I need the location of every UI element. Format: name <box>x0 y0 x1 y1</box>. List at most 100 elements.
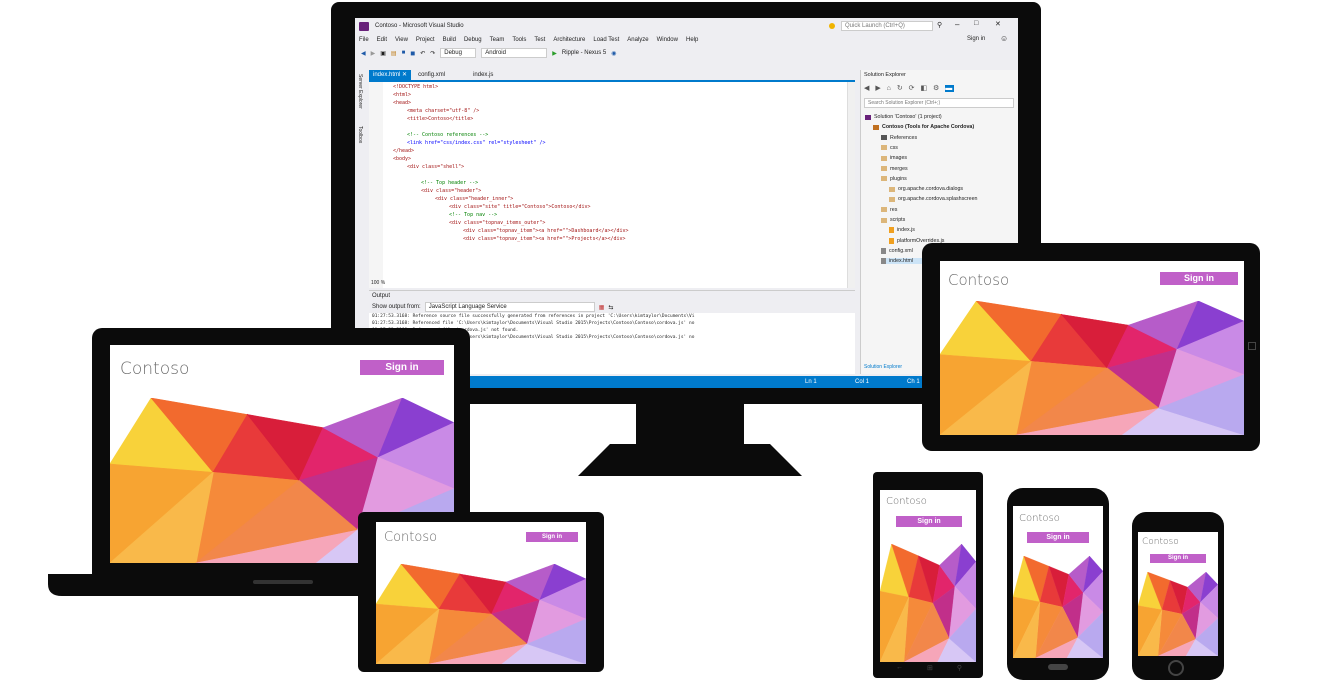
sign-in-button[interactable]: Sign in <box>1160 272 1238 285</box>
editor-scrollbar[interactable] <box>847 82 855 288</box>
editor-tabs: index.html ✕ config.xml index.js <box>369 70 497 80</box>
folder-icon <box>889 186 895 192</box>
solution-icon <box>865 114 871 120</box>
word-wrap-icon[interactable]: ⇆ <box>608 304 613 311</box>
phone-2-home-bar[interactable] <box>1048 664 1068 670</box>
output-toolbar: Show output from: JavaScript Language Se… <box>369 301 855 313</box>
se-tree-item-label: scripts <box>890 217 906 223</box>
tablet-small-screen: Contoso Sign in <box>376 522 586 664</box>
phone-2-screen: Contoso Sign in <box>1013 506 1103 658</box>
tab-index-js[interactable]: index.js <box>469 70 497 80</box>
output-title: Output <box>369 291 855 301</box>
redo-icon[interactable]: ↷ <box>430 50 435 57</box>
se-tree-item-label: index.html <box>889 258 914 265</box>
tab-config-xml[interactable]: config.xml <box>414 70 466 80</box>
vs-logo-icon <box>359 22 369 31</box>
menu-edit[interactable]: Edit <box>377 37 387 43</box>
se-tree-item[interactable]: merges <box>881 166 908 172</box>
windows-button-icon[interactable] <box>1248 342 1256 350</box>
forward-icon[interactable]: ▶ <box>371 50 376 57</box>
se-tree-item[interactable]: res <box>881 207 897 213</box>
menu-view[interactable]: View <box>395 37 408 43</box>
menu-file[interactable]: File <box>359 37 369 43</box>
menu-team[interactable]: Team <box>490 37 505 43</box>
se-search-input[interactable]: Search Solution Explorer (Ctrl+;) <box>864 98 1014 108</box>
menu-help[interactable]: Help <box>686 37 698 43</box>
clear-output-icon[interactable]: ▦ <box>599 304 605 311</box>
save-all-icon[interactable]: ◼ <box>410 50 415 57</box>
sign-in-button[interactable]: Sign in <box>1027 532 1089 543</box>
start-debug-icon[interactable]: ▶ <box>552 50 557 57</box>
phone-3-home-button[interactable] <box>1168 660 1184 676</box>
menu-test[interactable]: Test <box>534 37 545 43</box>
sign-in-button[interactable]: Sign in <box>896 516 962 527</box>
monitor-neck <box>636 402 744 450</box>
platform-select[interactable]: Android <box>481 48 548 58</box>
se-tree-item[interactable]: Solution 'Contoso' (1 project) <box>865 114 942 120</box>
menu-window[interactable]: Window <box>657 37 678 43</box>
polygon-artwork-svg <box>1013 556 1103 658</box>
sign-in-button[interactable]: Sign in <box>1150 554 1206 563</box>
quick-launch-input[interactable]: Quick Launch (Ctrl+Q) <box>841 21 933 31</box>
se-tree-item[interactable]: scripts <box>881 217 905 223</box>
minimize-icon[interactable]: – <box>955 20 959 29</box>
configuration-select[interactable]: Debug <box>440 48 477 58</box>
back-icon[interactable]: ◀ <box>361 50 366 57</box>
notification-icon[interactable] <box>829 23 835 29</box>
sign-in-button[interactable]: Sign in <box>526 532 578 542</box>
menu-build[interactable]: Build <box>443 37 456 43</box>
menu-load-test[interactable]: Load Test <box>593 37 619 43</box>
zoom-level[interactable]: 100 % <box>371 280 385 286</box>
feedback-icon[interactable]: ☺ <box>1000 34 1008 43</box>
code-line: <div class="topnav_item"><a href="">Dash… <box>463 228 629 234</box>
tab-index-html[interactable]: index.html ✕ <box>369 70 412 80</box>
sign-in-button[interactable]: Sign in <box>360 360 444 375</box>
back-icon[interactable]: ← <box>896 664 903 674</box>
polygon-artwork <box>1138 572 1218 656</box>
code-line: <!-- Top nav --> <box>449 212 498 218</box>
open-icon[interactable]: ▤ <box>391 50 397 57</box>
polygon-artwork <box>940 301 1244 435</box>
new-project-icon[interactable]: ▣ <box>380 50 386 57</box>
home-icon[interactable]: ⊞ <box>927 664 933 674</box>
undo-icon[interactable]: ↶ <box>420 50 425 57</box>
search-icon[interactable]: ⚲ <box>957 664 962 674</box>
search-icon[interactable]: ⚲ <box>937 21 942 29</box>
menu-project[interactable]: Project <box>416 37 435 43</box>
code-line: <div class="site" title="Contoso">Contos… <box>449 204 591 210</box>
code-line: <!-- Contoso references --> <box>407 132 489 138</box>
menu-analyze[interactable]: Analyze <box>627 37 648 43</box>
save-icon[interactable]: ■ <box>402 50 406 56</box>
se-tree-item-label: css <box>890 144 898 151</box>
status-line: Ln 1 <box>805 379 817 385</box>
se-tree-item[interactable]: org.apache.cordova.splashscreen <box>889 196 978 202</box>
se-tree-item[interactable]: images <box>881 155 907 161</box>
se-tree-item[interactable]: Contoso (Tools for Apache Cordova) <box>873 124 974 130</box>
polygon-artwork-svg <box>1138 572 1218 656</box>
menu-tools[interactable]: Tools <box>512 37 526 43</box>
maximize-icon[interactable]: □ <box>974 20 978 27</box>
se-tree-item[interactable]: css <box>881 145 898 151</box>
toolbox-tab[interactable]: Toolbox <box>357 126 363 143</box>
se-tree-item-label: org.apache.cordova.splashscreen <box>898 196 978 203</box>
code-editor[interactable]: <!DOCTYPE html> <html> <head> <meta char… <box>369 80 855 288</box>
sign-in-link[interactable]: Sign in <box>967 36 985 42</box>
folder-icon <box>881 207 887 213</box>
se-tree-item[interactable]: org.apache.cordova.dialogs <box>889 186 963 192</box>
vs-toolbar: ◀ ▶ ▣ ▤ ■ ◼ ↶ ↷ Debug Android ▶ Ripple -… <box>355 46 1018 60</box>
menu-debug[interactable]: Debug <box>464 37 482 43</box>
se-tree-item[interactable]: References <box>881 135 917 141</box>
menu-architecture[interactable]: Architecture <box>553 37 585 43</box>
se-tree-item[interactable]: plugins <box>881 176 907 182</box>
output-source-select[interactable]: JavaScript Language Service <box>424 302 595 312</box>
browser-icon[interactable]: ◉ <box>611 50 616 57</box>
close-icon[interactable]: ✕ <box>995 20 1001 28</box>
server-explorer-tab[interactable]: Server Explorer <box>357 74 363 109</box>
polygon-artwork-svg <box>940 301 1244 435</box>
se-tree-item[interactable]: index.js <box>889 227 915 234</box>
code-line: <html> <box>393 92 412 98</box>
phone-1-nav-icons[interactable]: ← ⊞ ⚲ <box>896 664 962 674</box>
se-tree-item[interactable]: config.xml <box>881 247 913 254</box>
run-target[interactable]: Ripple - Nexus 5 <box>562 50 606 56</box>
se-footer-tab[interactable]: Solution Explorer <box>864 364 902 370</box>
